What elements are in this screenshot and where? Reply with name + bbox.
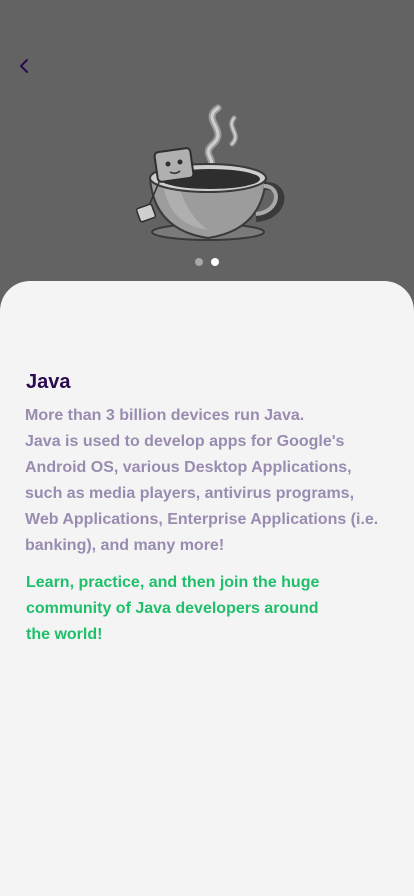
coffee-cup-icon bbox=[130, 100, 290, 250]
call-to-action-text: Learn, practice, and then join the huge … bbox=[26, 574, 320, 643]
page-dot[interactable] bbox=[195, 258, 203, 266]
chevron-left-icon bbox=[18, 58, 30, 79]
page-indicator bbox=[0, 258, 414, 266]
back-button[interactable] bbox=[12, 56, 36, 80]
description-text: More than 3 billion devices run Java. Ja… bbox=[25, 407, 379, 554]
page-dot-active[interactable] bbox=[211, 258, 219, 266]
page-title: Java bbox=[26, 371, 71, 393]
header-area bbox=[0, 0, 414, 300]
